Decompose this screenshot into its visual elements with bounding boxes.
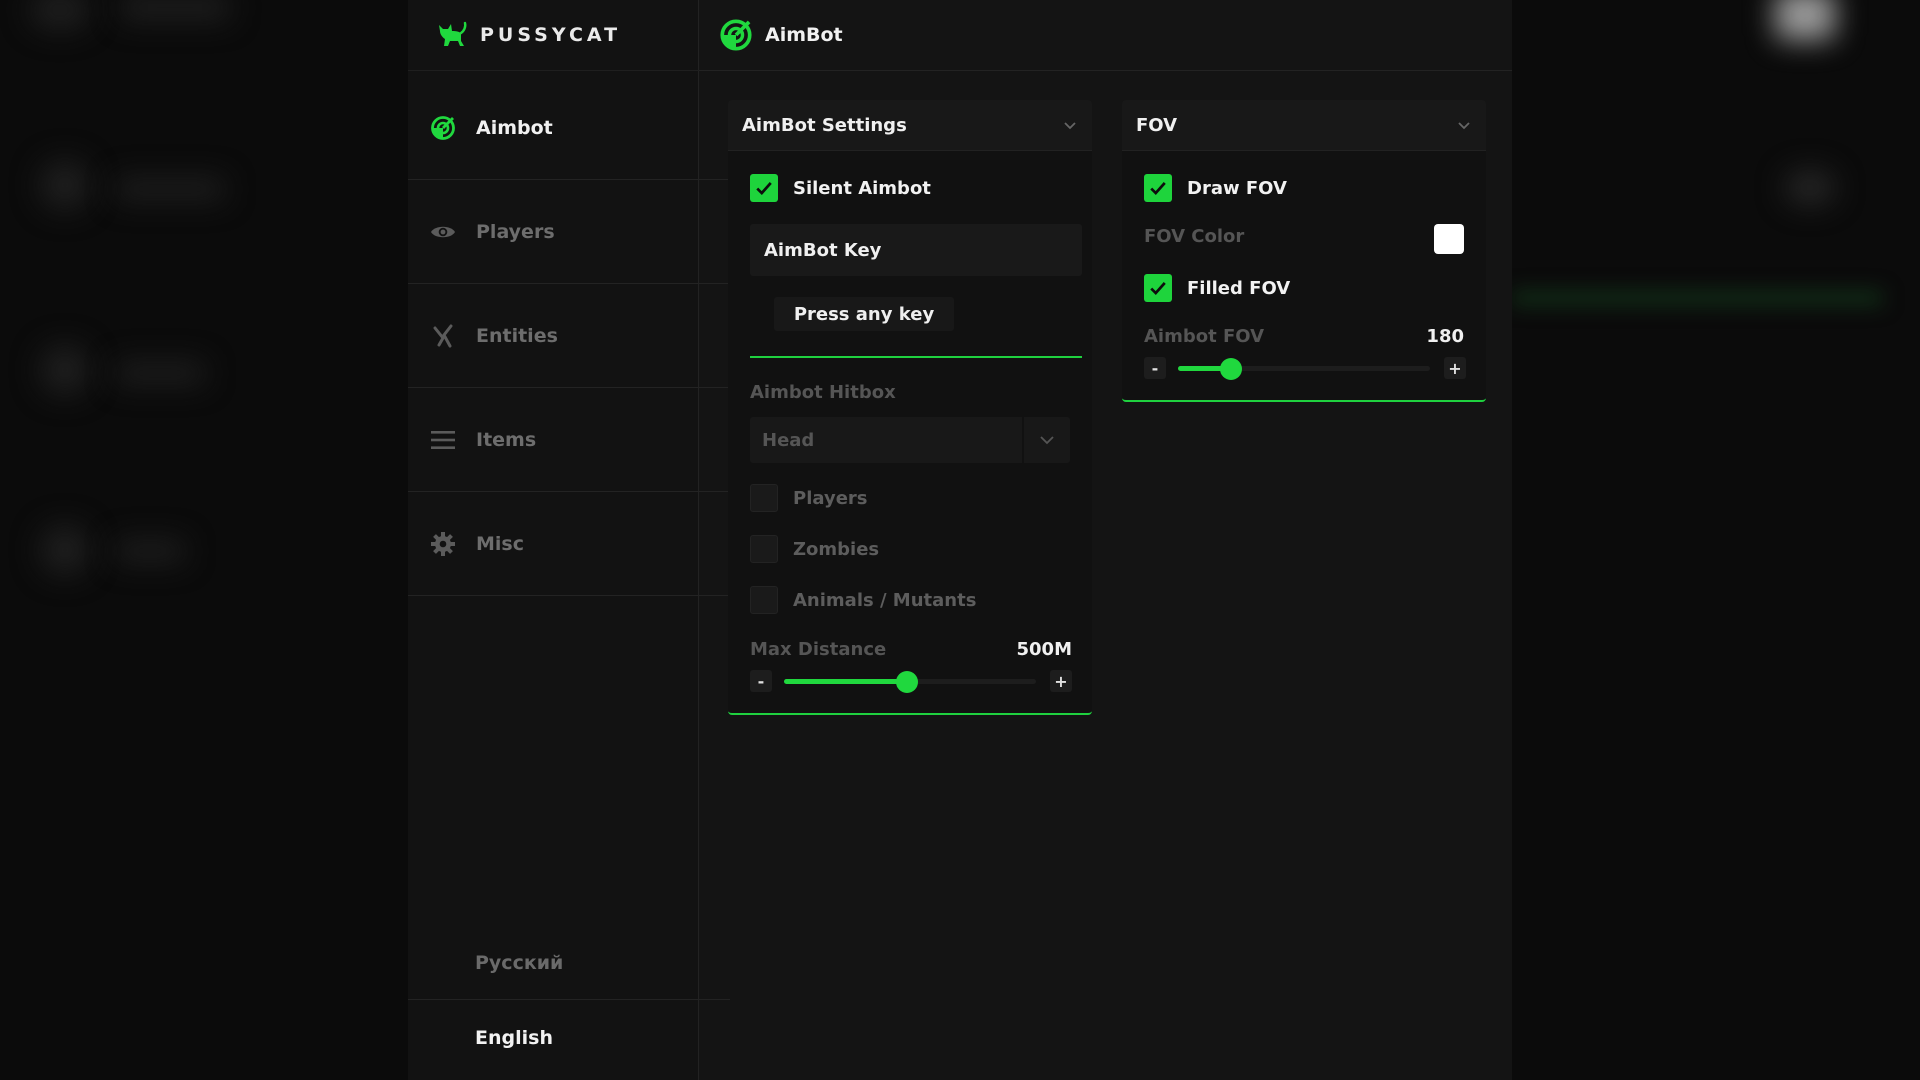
background-blur (30, 0, 90, 30)
checkbox[interactable] (750, 484, 778, 512)
chevron-down-icon (1064, 122, 1076, 130)
page-title: AimBot (765, 24, 843, 46)
aimbot-fov-value: 180 (1426, 326, 1464, 347)
aimbot-settings-panel: AimBot Settings Silent Aimbot AimBot Key… (728, 100, 1092, 715)
chevron-down-icon (1040, 436, 1054, 445)
aimbot-fov-label: Aimbot FOV (1144, 326, 1265, 347)
background-blur (115, 362, 205, 384)
sidebar-item-misc[interactable]: Misc (408, 492, 730, 596)
chevron-down-icon (1458, 122, 1470, 130)
check-icon (756, 182, 772, 196)
button-label: Press any key (793, 303, 935, 325)
checkbox-label: Zombies (793, 538, 880, 560)
language-label: English (475, 1027, 553, 1049)
app-window: PUSSYCAT Aimbot Players Entities Items M… (408, 0, 1512, 1080)
check-icon (1150, 282, 1166, 296)
slider-track[interactable] (1178, 358, 1430, 380)
background-blur (40, 160, 90, 210)
fov-color-swatch[interactable] (1434, 224, 1464, 254)
aimbot-key-section: AimBot Key Press any key (750, 224, 1082, 358)
hitbox-select-value[interactable]: Head (750, 417, 1022, 463)
max-distance-label: Max Distance (750, 639, 887, 660)
fov-color-label: FOV Color (1144, 226, 1245, 247)
background-blur (1512, 292, 1882, 304)
page-header: AimBot (699, 0, 1512, 71)
radar-icon (720, 19, 752, 51)
panel-title: AimBot Settings (742, 114, 907, 136)
hitbox-select-toggle[interactable] (1024, 417, 1070, 463)
slider-handle[interactable] (896, 671, 919, 693)
sidebar-item-players[interactable]: Players (408, 180, 730, 284)
sidebar-item-aimbot[interactable]: Aimbot (408, 76, 730, 180)
aimbot-fov-slider[interactable]: - + (1144, 357, 1466, 381)
divider (408, 70, 699, 71)
language-russian[interactable]: Русский (408, 926, 730, 1000)
background-blur (1775, 0, 1835, 40)
decrease-button[interactable]: - (1144, 357, 1166, 379)
checkbox[interactable] (750, 174, 778, 202)
panel-header[interactable]: AimBot Settings (728, 100, 1092, 151)
background-blur (120, 0, 230, 20)
background-blur (1785, 170, 1835, 205)
sidebar-item-label: Items (476, 428, 537, 451)
background-blur (115, 540, 185, 562)
entities-icon (430, 323, 456, 349)
sidebar-item-label: Misc (476, 532, 524, 555)
sidebar-item-entities[interactable]: Entities (408, 284, 730, 388)
check-icon (1150, 182, 1166, 196)
background-blur (115, 178, 225, 200)
eye-icon (430, 219, 456, 245)
target-zombies-checkbox[interactable]: Zombies (750, 535, 879, 563)
checkbox-label: Draw FOV (1187, 177, 1287, 199)
background-blur (40, 525, 90, 575)
aimbot-key-label: AimBot Key (764, 239, 882, 261)
increase-button[interactable]: + (1444, 357, 1466, 379)
menu-icon (430, 427, 456, 453)
panel-header[interactable]: FOV (1122, 100, 1486, 151)
checkbox[interactable] (750, 586, 778, 614)
press-any-key-button[interactable]: Press any key (774, 297, 954, 331)
draw-fov-checkbox[interactable]: Draw FOV (1144, 174, 1287, 202)
slider-handle[interactable] (1219, 358, 1242, 380)
checkbox-label: Animals / Mutants (793, 589, 977, 611)
sidebar-item-label: Players (476, 220, 555, 243)
filled-fov-checkbox[interactable]: Filled FOV (1144, 274, 1290, 302)
checkbox-label: Filled FOV (1187, 277, 1291, 299)
checkbox[interactable] (1144, 274, 1172, 302)
slider-track[interactable] (784, 671, 1036, 693)
brand-logo: PUSSYCAT (436, 18, 621, 52)
language-label: Русский (475, 951, 564, 974)
select-value: Head (762, 429, 815, 451)
sidebar-item-label: Entities (476, 324, 558, 347)
background-blur (40, 345, 90, 395)
hitbox-label: Aimbot Hitbox (750, 382, 896, 403)
fov-panel: FOV Draw FOV FOV Color Filled FOV Aimbot… (1122, 100, 1486, 402)
cat-icon (439, 21, 467, 46)
max-distance-slider[interactable]: - + (750, 670, 1072, 694)
panel-title: FOV (1136, 114, 1178, 136)
checkbox[interactable] (750, 535, 778, 563)
max-distance-value: 500M (1016, 639, 1073, 660)
language-english[interactable]: English (408, 1001, 730, 1075)
aimbot-key-header: AimBot Key (750, 224, 1082, 276)
hitbox-select[interactable]: Head (750, 417, 1070, 463)
brand-name: PUSSYCAT (480, 24, 622, 46)
radar-icon (430, 115, 456, 141)
target-animals-checkbox[interactable]: Animals / Mutants (750, 586, 976, 614)
decrease-button[interactable]: - (750, 670, 772, 692)
sidebar-item-label: Aimbot (476, 116, 553, 139)
target-players-checkbox[interactable]: Players (750, 484, 868, 512)
checkbox-label: Players (793, 487, 868, 509)
gear-icon (430, 531, 456, 557)
increase-button[interactable]: + (1050, 670, 1072, 692)
checkbox-label: Silent Aimbot (793, 177, 931, 199)
checkbox[interactable] (1144, 174, 1172, 202)
sidebar-item-items[interactable]: Items (408, 388, 730, 492)
slider-fill (784, 679, 908, 684)
silent-aimbot-checkbox[interactable]: Silent Aimbot (750, 174, 931, 202)
sidebar: PUSSYCAT Aimbot Players Entities Items M… (408, 0, 730, 1080)
